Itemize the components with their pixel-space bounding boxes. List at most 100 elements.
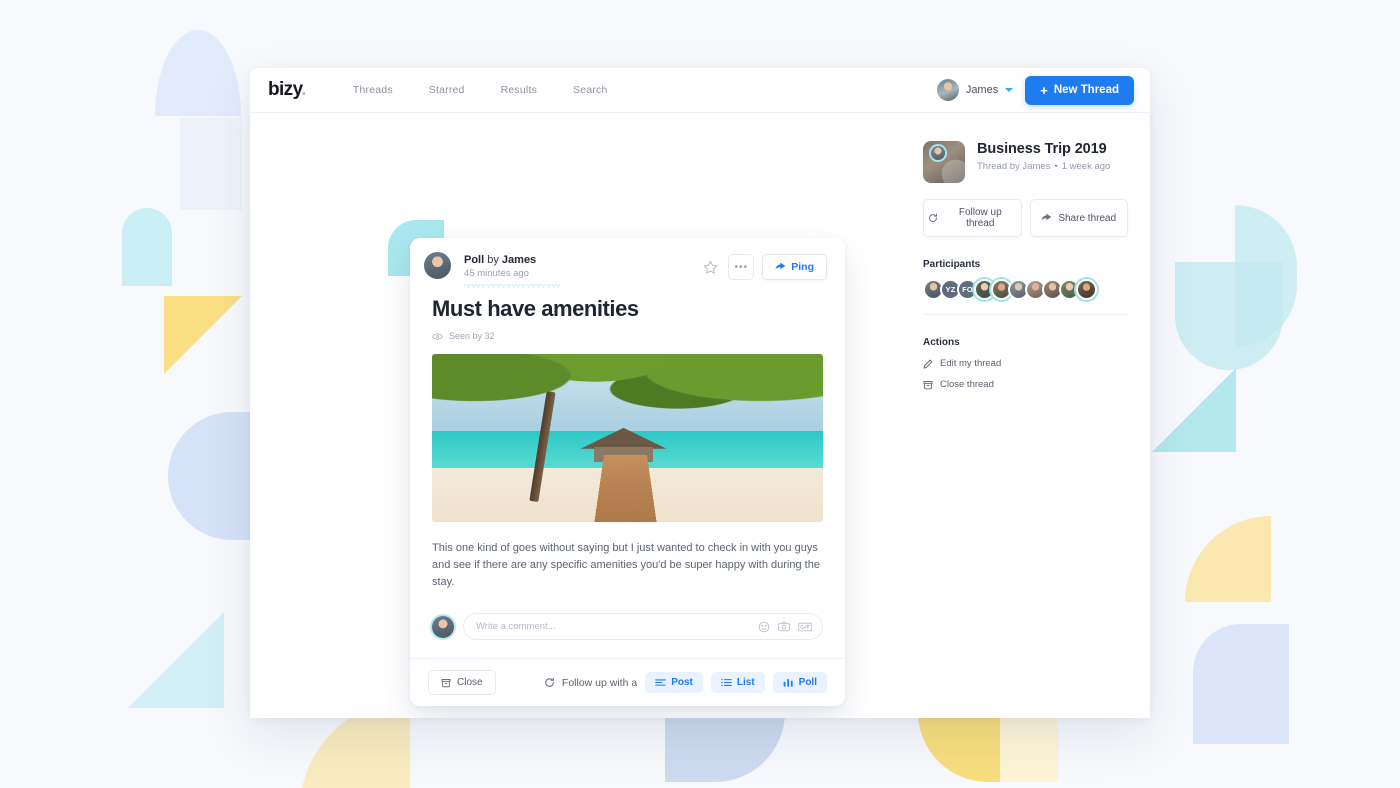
share-arrow-icon xyxy=(1041,213,1052,223)
emoji-icon[interactable] xyxy=(758,621,770,633)
chevron-down-icon xyxy=(1005,88,1014,92)
decor-shape-blue-box-right xyxy=(1193,624,1289,744)
thread-sidebar: Business Trip 2019 Thread by James • 1 wee… xyxy=(915,113,1150,390)
post-card-wrapper: Poll by James 45 minutes ago ••• Ping Mu… xyxy=(388,220,845,707)
meta-separator: • xyxy=(1054,161,1058,172)
app-window: bizy. Threads Starred Results Search Jam… xyxy=(250,68,1150,718)
follow-up-thread-button[interactable]: Follow up thread xyxy=(923,199,1022,237)
post-icon xyxy=(655,678,667,687)
close-thread-action[interactable]: Close thread xyxy=(923,379,1128,390)
close-post-button[interactable]: Close xyxy=(428,670,496,696)
post-image-palm-fronds xyxy=(432,354,823,425)
follow-up-thread-label: Follow up thread xyxy=(958,207,1002,229)
nav-item-search[interactable]: Search xyxy=(573,84,607,96)
follow-up-text: Follow up with a xyxy=(561,676,638,689)
post-header-actions: ••• Ping xyxy=(700,254,827,280)
follow-up-post-chip[interactable]: Post xyxy=(645,672,703,694)
decor-shape-cyan-rounded xyxy=(122,208,172,286)
thread-author: Thread by James xyxy=(977,161,1051,172)
follow-up-label: Follow up with a xyxy=(544,677,637,689)
post-card-body: Must have amenities Seen by 32 This one … xyxy=(410,280,845,658)
seen-by-indicator: Seen by 32 xyxy=(432,331,823,341)
pencil-icon xyxy=(923,359,933,369)
thread-header: Business Trip 2019 Thread by James • 1 wee… xyxy=(923,141,1128,183)
screenshot-root: bizy. Threads Starred Results Search Jam… xyxy=(0,0,1400,788)
sidebar-divider xyxy=(923,314,1128,315)
ping-button[interactable]: Ping xyxy=(762,254,827,280)
decor-wavy-underline xyxy=(464,283,560,288)
edit-thread-label: Edit my thread xyxy=(940,358,1002,369)
new-thread-button[interactable]: + New Thread xyxy=(1025,75,1134,105)
list-chip-label: List xyxy=(736,677,755,689)
thread-action-buttons: Follow up thread Share thread xyxy=(923,199,1128,237)
close-post-label: Close xyxy=(457,677,483,689)
archive-icon xyxy=(441,678,451,688)
user-menu-label: James xyxy=(965,84,999,96)
decor-shape-cyan-triangle-left xyxy=(128,612,224,708)
nav-item-threads[interactable]: Threads xyxy=(353,84,393,96)
main-nav: Threads Starred Results Search xyxy=(353,84,608,96)
participant-initials: YZ xyxy=(945,285,956,294)
post-card-header: Poll by James 45 minutes ago ••• Ping xyxy=(410,238,845,288)
share-thread-button[interactable]: Share thread xyxy=(1029,199,1128,237)
poll-icon xyxy=(783,678,794,687)
header-right-cluster: James + New Thread xyxy=(936,75,1134,105)
more-options-icon[interactable]: ••• xyxy=(728,254,755,280)
gif-icon[interactable] xyxy=(798,622,812,632)
post-card: Poll by James 45 minutes ago ••• Ping Mu… xyxy=(410,238,845,707)
nav-item-results[interactable]: Results xyxy=(501,84,537,96)
decor-shape-light-blue-arch xyxy=(155,30,241,116)
post-image xyxy=(432,354,823,522)
decor-shape-cyan-quarter-right xyxy=(1235,205,1297,347)
post-card-footer: Close Follow up with a Post List Poll xyxy=(410,658,845,707)
follow-up-list-chip[interactable]: List xyxy=(710,672,765,694)
decor-shape-yellow-quarter-bottom xyxy=(918,712,1000,782)
seen-by-label: Seen by 32 xyxy=(449,331,495,341)
ping-arrow-icon xyxy=(775,262,786,272)
list-icon xyxy=(721,678,732,687)
follow-up-poll-chip[interactable]: Poll xyxy=(772,672,827,694)
more-options-dots: ••• xyxy=(734,261,748,273)
app-logo-dot: . xyxy=(301,79,306,100)
page-title: Business Trip 2019 xyxy=(977,141,1107,157)
comment-composer xyxy=(432,613,823,658)
app-logo-text: bizy xyxy=(268,79,302,100)
post-author-line: Poll by James xyxy=(464,254,536,266)
nav-item-starred[interactable]: Starred xyxy=(429,84,465,96)
app-body: Business Trip 2019 Thread by James • 1 wee… xyxy=(250,113,1150,718)
post-by-word: by xyxy=(487,254,499,266)
post-chip-label: Post xyxy=(671,677,693,689)
post-author: James xyxy=(501,254,537,266)
refresh-icon xyxy=(544,677,555,688)
decor-shape-pale-yellow-bottom xyxy=(1000,712,1058,782)
eye-icon xyxy=(432,332,443,341)
decor-shape-cyan-triangle-right xyxy=(1152,368,1236,452)
decor-shape-cyan-halfcircle-right xyxy=(1175,262,1283,370)
post-body-text: This one kind of goes without saying but… xyxy=(432,542,820,589)
decor-shape-yellow-triangle xyxy=(164,296,242,374)
thread-thumbnail xyxy=(923,141,965,183)
share-thread-label: Share thread xyxy=(1058,212,1117,224)
comment-tool-icons xyxy=(758,621,812,633)
decor-shape-blue-quarter-bottom xyxy=(665,712,785,782)
poll-chip-label: Poll xyxy=(798,677,817,689)
refresh-icon xyxy=(928,213,938,223)
camera-icon[interactable] xyxy=(778,621,790,632)
edit-thread-action[interactable]: Edit my thread xyxy=(923,358,1128,369)
participant-avatar[interactable] xyxy=(1076,279,1097,300)
close-thread-label: Close thread xyxy=(940,379,994,390)
post-kind: Poll xyxy=(464,254,485,266)
participant-initials: FO xyxy=(962,285,973,294)
footer-follow-up-cluster: Follow up with a Post List Poll xyxy=(544,672,827,694)
decor-shape-yellow-quarter-right xyxy=(1185,516,1271,602)
star-icon[interactable] xyxy=(700,254,721,280)
app-logo[interactable]: bizy. xyxy=(268,79,306,101)
thread-timestamp: 1 week ago xyxy=(1061,161,1111,172)
comment-input[interactable] xyxy=(476,621,758,633)
thread-meta: Thread by James • 1 week ago xyxy=(977,161,1110,172)
avatar xyxy=(422,250,453,281)
user-menu[interactable]: James xyxy=(936,79,1014,101)
post-timestamp: 45 minutes ago xyxy=(464,268,529,279)
comment-input-wrapper[interactable] xyxy=(463,613,823,641)
plus-icon: + xyxy=(1040,82,1048,98)
